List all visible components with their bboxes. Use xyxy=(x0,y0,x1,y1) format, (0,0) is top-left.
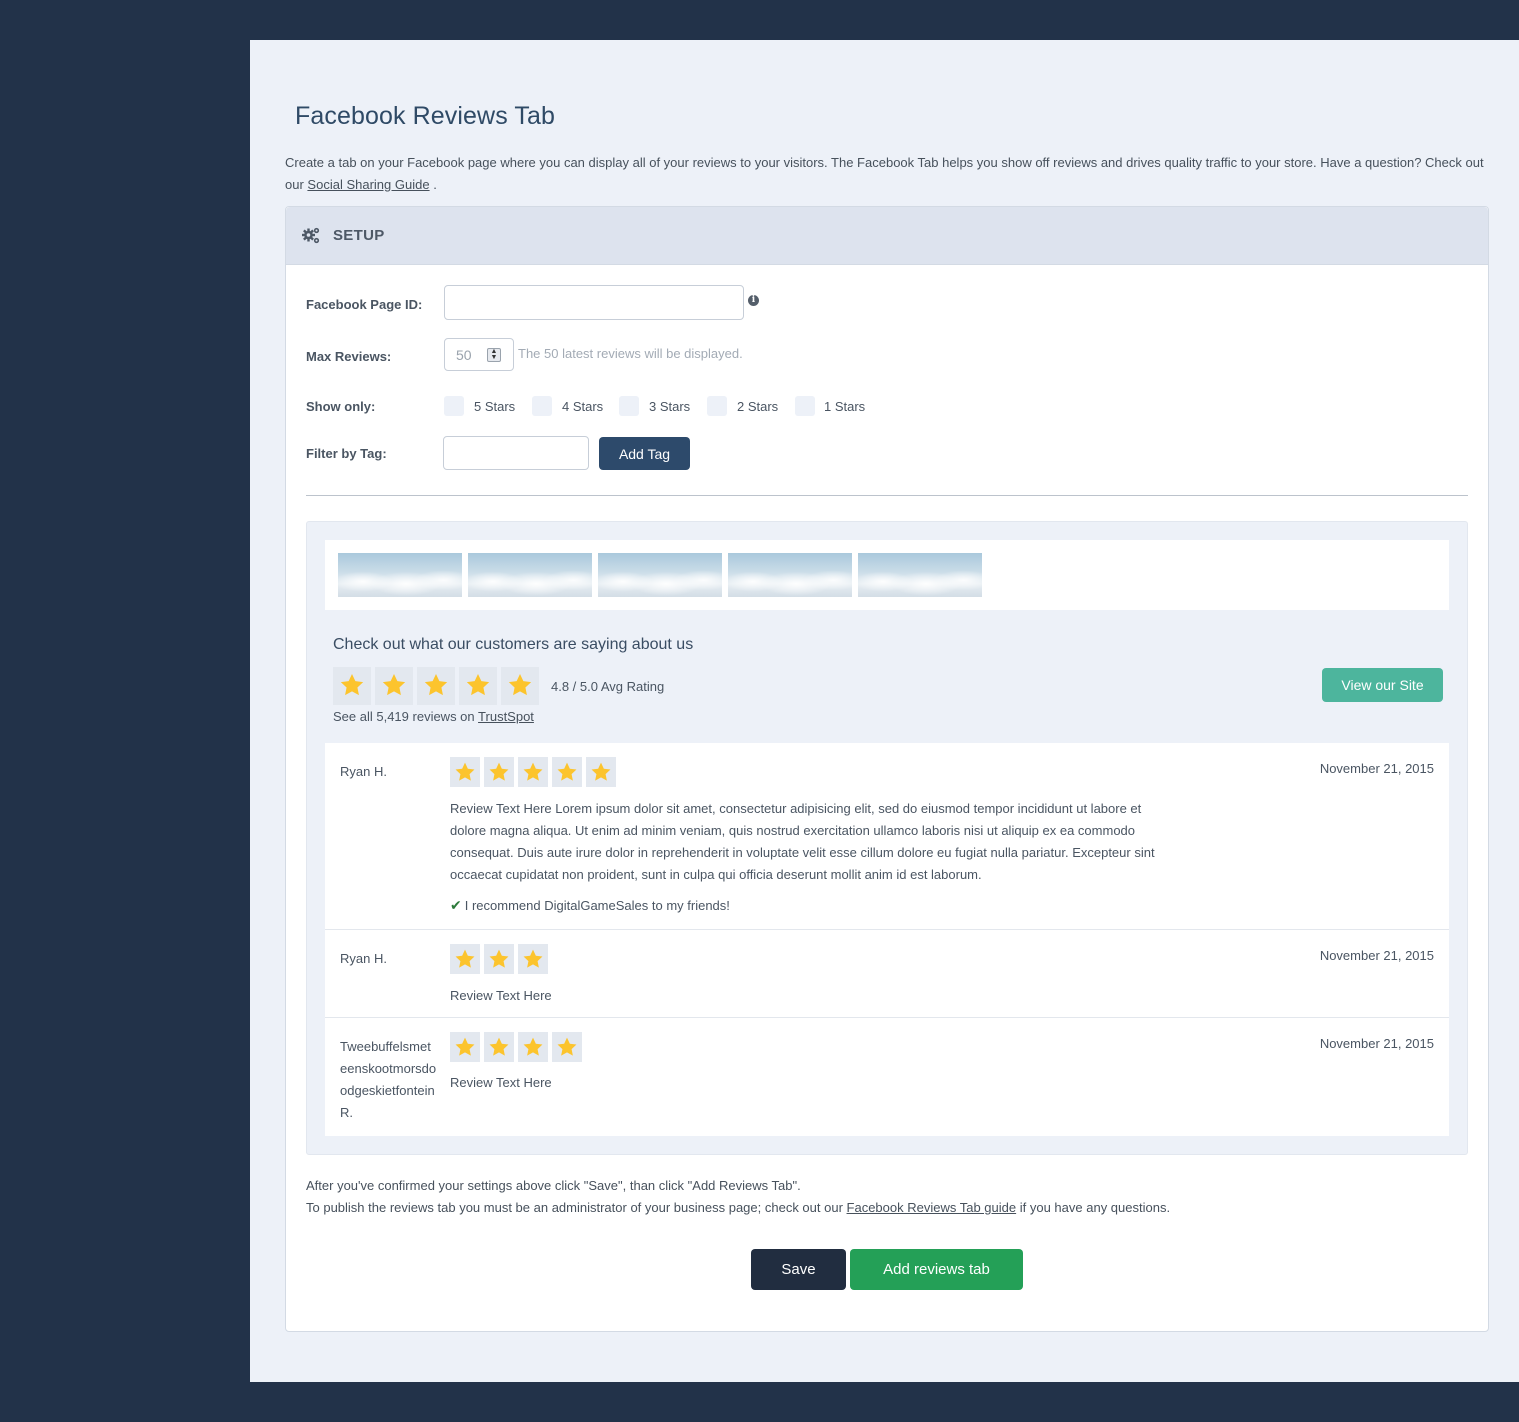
filter-2-stars-label[interactable]: 2 Stars xyxy=(737,399,778,414)
review-stars xyxy=(450,944,552,974)
setup-panel-header: SETUP xyxy=(286,207,1488,265)
star-icon xyxy=(501,667,539,705)
gallery-image[interactable] xyxy=(728,553,852,597)
intro-text: Create a tab on your Facebook page where… xyxy=(285,152,1485,196)
setup-title: SETUP xyxy=(333,227,385,244)
save-button[interactable]: Save xyxy=(751,1249,846,1290)
star-icon xyxy=(459,667,497,705)
reviews-list: Ryan H. Review Text Here Lorem ipsum dol… xyxy=(325,743,1449,1136)
review-text: Review Text Here xyxy=(450,988,552,1003)
star-icon xyxy=(552,1032,582,1062)
review-text: Review Text Here xyxy=(450,1075,552,1090)
star-icon xyxy=(484,757,514,787)
view-our-site-button[interactable]: View our Site xyxy=(1322,668,1443,702)
filter-1-stars-checkbox[interactable] xyxy=(795,396,815,416)
info-icon[interactable]: i xyxy=(748,295,759,306)
filter-by-tag-label: Filter by Tag: xyxy=(306,446,387,461)
star-icon xyxy=(417,667,455,705)
gears-icon xyxy=(302,227,320,244)
facebook-page-id-label: Facebook Page ID: xyxy=(306,297,423,312)
star-icon xyxy=(484,1032,514,1062)
facebook-page-id-input[interactable] xyxy=(444,285,744,320)
review-stars xyxy=(450,1032,586,1062)
review-stars xyxy=(450,757,620,787)
filter-tag-input[interactable] xyxy=(443,436,589,470)
main-content: Facebook Reviews Tab Create a tab on you… xyxy=(250,40,1519,1382)
footer-line-2-suffix: if you have any questions. xyxy=(1019,1200,1171,1215)
divider xyxy=(306,495,1468,496)
star-icon xyxy=(518,944,548,974)
avg-rating-text: 4.8 / 5.0 Avg Rating xyxy=(551,679,665,694)
facebook-reviews-tab-guide-link[interactable]: Facebook Reviews Tab guide xyxy=(847,1200,1017,1215)
reviewer-name: Ryan H. xyxy=(340,951,387,966)
footer-instructions: After you've confirmed your settings abo… xyxy=(306,1175,1170,1219)
star-icon xyxy=(518,1032,548,1062)
footer-line-2-prefix: To publish the reviews tab you must be a… xyxy=(306,1200,843,1215)
filter-2-stars-checkbox[interactable] xyxy=(707,396,727,416)
intro-body: Create a tab on your Facebook page where… xyxy=(285,155,1484,192)
reviews-count-prefix: See all 5,419 reviews on xyxy=(333,709,475,724)
review-date: November 21, 2015 xyxy=(1319,1036,1434,1051)
reviewer-name: Ryan H. xyxy=(340,764,387,779)
review-text: Review Text Here Lorem ipsum dolor sit a… xyxy=(450,801,1155,882)
show-only-label: Show only: xyxy=(306,399,376,414)
filter-3-stars-label[interactable]: 3 Stars xyxy=(649,399,690,414)
add-reviews-tab-button[interactable]: Add reviews tab xyxy=(850,1249,1023,1290)
star-icon xyxy=(484,944,514,974)
gallery-image[interactable] xyxy=(858,553,982,597)
page-title: Facebook Reviews Tab xyxy=(295,102,556,130)
filter-5-stars-checkbox[interactable] xyxy=(444,396,464,416)
star-icon xyxy=(333,667,371,705)
footer-line-2: To publish the reviews tab you must be a… xyxy=(306,1197,1170,1219)
footer-line-1: After you've confirmed your settings abo… xyxy=(306,1178,801,1193)
social-sharing-guide-link[interactable]: Social Sharing Guide xyxy=(307,177,429,192)
star-icon xyxy=(450,944,480,974)
max-reviews-value: 50 xyxy=(456,347,472,363)
max-reviews-label: Max Reviews: xyxy=(306,349,392,364)
max-reviews-stepper[interactable]: 50 ▲ ▼ xyxy=(444,338,514,371)
summary-title: Check out what our customers are saying … xyxy=(333,636,694,653)
image-strip xyxy=(325,540,1449,610)
filter-1-stars-label[interactable]: 1 Stars xyxy=(824,399,865,414)
setup-panel: SETUP Facebook Page ID: i Max Reviews: 5… xyxy=(285,206,1489,1332)
recommend-text: I recommend DigitalGameSales to my frien… xyxy=(464,898,730,913)
reviews-count-text: See all 5,419 reviews on TrustSpot xyxy=(333,709,534,724)
gallery-image[interactable] xyxy=(468,553,592,597)
intro-end: . xyxy=(433,177,437,192)
reviewer-name: Tweebuffelsmeteenskootmorsdoodgeskietfon… xyxy=(340,1039,437,1120)
review-item: Tweebuffelsmeteenskootmorsdoodgeskietfon… xyxy=(325,1018,1449,1136)
trustspot-link[interactable]: TrustSpot xyxy=(478,709,534,724)
star-icon xyxy=(450,757,480,787)
review-item: Ryan H. Review Text Here November 21, 20… xyxy=(325,930,1449,1018)
star-icon xyxy=(586,757,616,787)
star-icon xyxy=(518,757,548,787)
add-tag-button[interactable]: Add Tag xyxy=(599,437,690,470)
max-reviews-hint: The 50 latest reviews will be displayed. xyxy=(518,346,743,361)
review-date: November 21, 2015 xyxy=(1319,948,1434,963)
filter-4-stars-label[interactable]: 4 Stars xyxy=(562,399,603,414)
star-icon xyxy=(552,757,582,787)
filter-3-stars-checkbox[interactable] xyxy=(619,396,639,416)
filter-4-stars-checkbox[interactable] xyxy=(532,396,552,416)
review-date: November 21, 2015 xyxy=(1319,761,1434,776)
filter-5-stars-label[interactable]: 5 Stars xyxy=(474,399,515,414)
review-item: Ryan H. Review Text Here Lorem ipsum dol… xyxy=(325,743,1449,930)
spinner-arrows-icon[interactable]: ▲ ▼ xyxy=(487,348,501,362)
gallery-image[interactable] xyxy=(598,553,722,597)
checkmark-icon: ✔ xyxy=(450,897,462,913)
star-icon xyxy=(450,1032,480,1062)
reviews-tab-preview: Check out what our customers are saying … xyxy=(306,521,1468,1155)
recommend-line: ✔ I recommend DigitalGameSales to my frie… xyxy=(450,897,730,914)
gallery-image[interactable] xyxy=(338,553,462,597)
star-icon xyxy=(375,667,413,705)
